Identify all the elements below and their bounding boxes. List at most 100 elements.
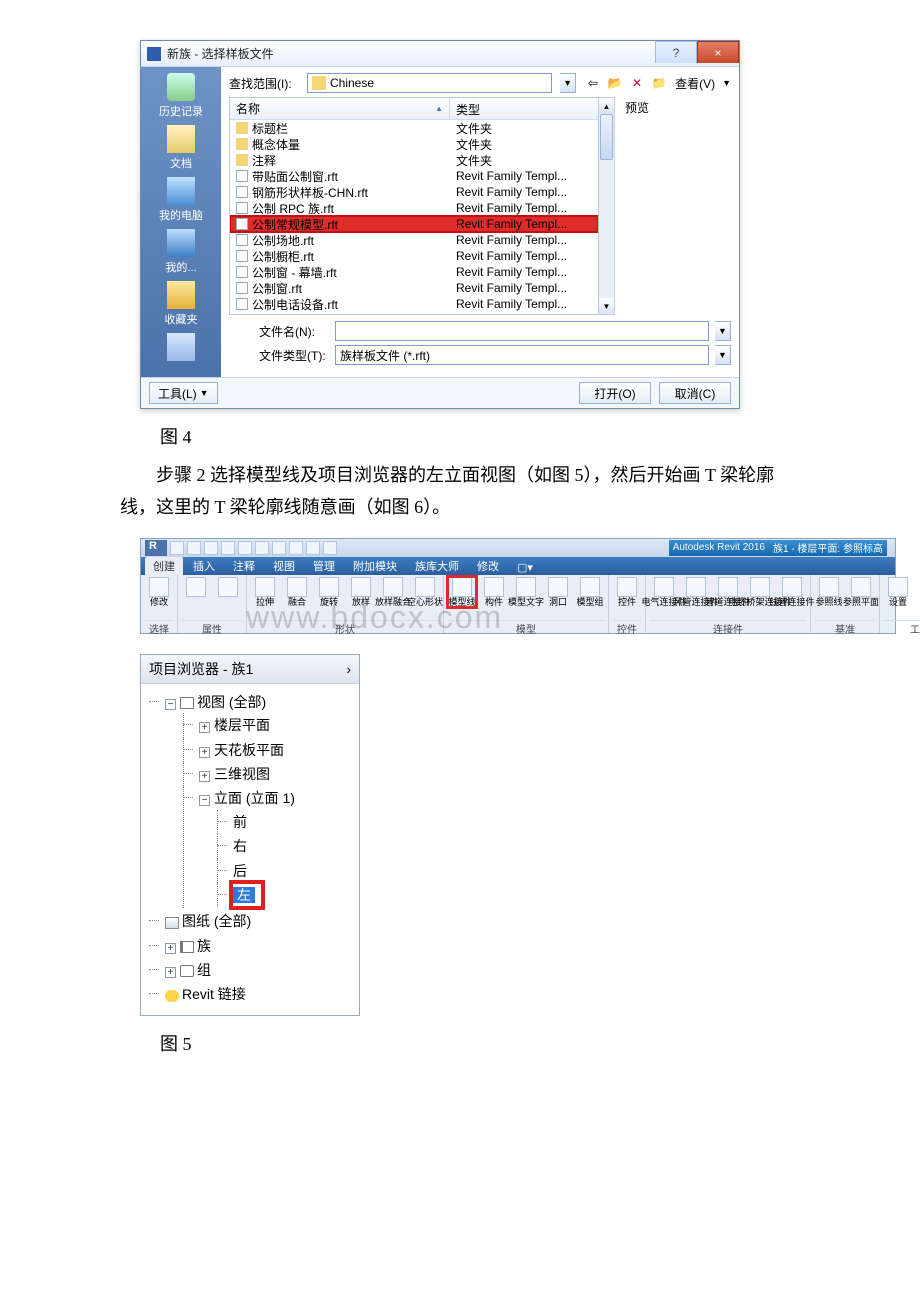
expander-icon[interactable]: + [199,747,210,758]
ribbon-button[interactable]: 参照线 [815,577,843,607]
view-menu[interactable]: 查看(V) [672,75,718,92]
ribbon-tabs[interactable]: 创建插入注释视图管理附加模块族库大师修改▢▾ [141,557,895,575]
node-elevation-back[interactable]: 后 [233,863,247,879]
expander-icon[interactable]: + [165,943,176,954]
filename-dropdown-arrow[interactable]: ▼ [715,321,731,341]
filetype-input[interactable]: 族样板文件 (*.rft) [335,345,709,365]
ribbon-button[interactable]: 设置 [884,577,912,607]
scope-dropdown[interactable]: Chinese [307,73,552,93]
file-row[interactable]: 公制 RPC 族.rftRevit Family Templ... [230,200,598,216]
ribbon-button[interactable] [182,577,210,598]
file-scrollbar[interactable]: ▲ ▼ [599,97,615,315]
qat-undo-icon[interactable] [204,541,218,555]
ribbon-tab-extra[interactable]: ▢▾ [509,560,541,575]
ribbon-button[interactable]: 模型线 [448,577,476,607]
filetype-dropdown-arrow[interactable]: ▼ [715,345,731,365]
view-menu-arrow[interactable]: ▼ [722,78,731,88]
ribbon-button[interactable]: 洞口 [544,577,572,607]
ribbon-button[interactable]: 构件 [480,577,508,607]
file-row[interactable]: 公制电话设备主体.rftRevit Family Templ... [230,312,598,315]
node-floor-plans[interactable]: 楼层平面 [214,717,270,733]
file-row[interactable]: 公制场地.rftRevit Family Templ... [230,232,598,248]
file-row[interactable]: 钢筋形状样板-CHN.rftRevit Family Templ... [230,184,598,200]
newfolder-icon[interactable]: 📁 [650,74,668,92]
file-row[interactable]: 公制电话设备.rftRevit Family Templ... [230,296,598,312]
ribbon-button[interactable] [214,577,242,598]
file-row[interactable]: 公制窗 - 幕墙.rftRevit Family Templ... [230,264,598,280]
ribbon-button[interactable]: 放样融合 [379,577,407,607]
expander-icon[interactable]: + [199,771,210,782]
places-item[interactable]: 我的电脑 [149,177,213,223]
delete-icon[interactable]: ✕ [628,74,646,92]
ribbon-button[interactable]: 修改 [145,577,173,607]
back-icon[interactable]: ⇦ [584,74,602,92]
ribbon-button[interactable]: 旋转 [315,577,343,607]
ribbon-tab[interactable]: 附加模块 [345,557,405,575]
open-button[interactable]: 打开(O) [579,382,651,404]
expander-icon[interactable]: + [165,967,176,978]
tree-view[interactable]: −视图 (全部) +楼层平面 +天花板平面 +三维视图 −立面 (立面 1) 前… [145,690,355,1007]
col-name[interactable]: 名称 [236,100,260,117]
help-button[interactable]: ? [655,41,697,63]
file-list[interactable]: 名称▲ 类型 标题栏文件夹概念体量文件夹注释文件夹带贴面公制窗.rftRevit… [229,97,599,315]
ribbon-button[interactable]: 拉伸 [251,577,279,607]
up-icon[interactable]: 📂 [606,74,624,92]
scroll-down-icon[interactable]: ▼ [599,298,614,314]
ribbon-button[interactable]: 显示 [916,577,920,607]
expander-icon[interactable]: + [199,722,210,733]
expander-icon[interactable]: − [199,795,210,806]
cancel-button[interactable]: 取消(C) [659,382,731,404]
expand-icon[interactable]: › [346,661,351,677]
file-row[interactable]: 带贴面公制窗.rftRevit Family Templ... [230,168,598,184]
dialog-titlebar[interactable]: 新族 - 选择样板文件 [141,41,739,67]
node-sheets[interactable]: 图纸 (全部) [182,913,251,929]
places-item[interactable]: 收藏夹 [149,281,213,327]
node-views-all[interactable]: 视图 (全部) [197,694,266,710]
ribbon-button[interactable]: 模型组 [576,577,604,607]
qat-save-icon[interactable] [170,541,184,555]
file-row[interactable]: 公制橱柜.rftRevit Family Templ... [230,248,598,264]
ribbon-button[interactable]: 放样 [347,577,375,607]
places-item[interactable] [149,333,213,363]
node-3d-views[interactable]: 三维视图 [214,766,270,782]
col-type[interactable]: 类型 [450,98,598,119]
file-list-header[interactable]: 名称▲ 类型 [230,98,598,120]
project-browser-title[interactable]: 项目浏览器 - 族1 › [141,655,359,684]
file-row[interactable]: 注释文件夹 [230,152,598,168]
qat-3d-icon[interactable] [289,541,303,555]
places-item[interactable]: 我的... [149,229,213,275]
application-menu-icon[interactable] [145,540,167,556]
node-elevations[interactable]: 立面 (立面 1) [214,790,295,806]
node-elevation-right[interactable]: 右 [233,838,247,854]
tools-button[interactable]: 工具(L)▼ [149,382,218,404]
qat-measure-icon[interactable] [255,541,269,555]
node-families[interactable]: 族 [197,938,211,954]
file-row[interactable]: 公制常规模型.rftRevit Family Templ... [230,216,598,232]
node-revit-links[interactable]: Revit 链接 [182,986,246,1002]
ribbon-tab[interactable]: 修改 [469,557,507,575]
places-item[interactable]: 历史记录 [149,73,213,119]
ribbon-tab[interactable]: 注释 [225,557,263,575]
file-row[interactable]: 概念体量文件夹 [230,136,598,152]
node-elevation-left[interactable]: 左 [233,887,255,903]
ribbon-button[interactable]: 参照平面 [847,577,875,607]
node-elevation-front[interactable]: 前 [233,814,247,830]
qat-section-icon[interactable] [306,541,320,555]
expander-icon[interactable]: − [165,699,176,710]
ribbon-tab[interactable]: 视图 [265,557,303,575]
filename-input[interactable] [335,321,709,341]
node-groups[interactable]: 组 [197,962,211,978]
ribbon-tab[interactable]: 创建 [145,557,183,575]
qat-open-icon[interactable] [187,541,201,555]
qat-text-icon[interactable] [272,541,286,555]
ribbon-button[interactable]: 融合 [283,577,311,607]
node-ceiling-plans[interactable]: 天花板平面 [214,742,284,758]
scroll-thumb[interactable] [600,114,613,160]
scroll-up-icon[interactable]: ▲ [599,98,614,114]
scope-dropdown-arrow[interactable]: ▼ [560,73,576,93]
file-row[interactable]: 公制窗.rftRevit Family Templ... [230,280,598,296]
places-item[interactable]: 文档 [149,125,213,171]
close-button[interactable]: × [697,41,739,63]
quick-access-toolbar[interactable]: Autodesk Revit 2016 族1 - 楼层平面: 参照标高 [141,539,895,557]
ribbon-button[interactable]: 控件 [613,577,641,607]
